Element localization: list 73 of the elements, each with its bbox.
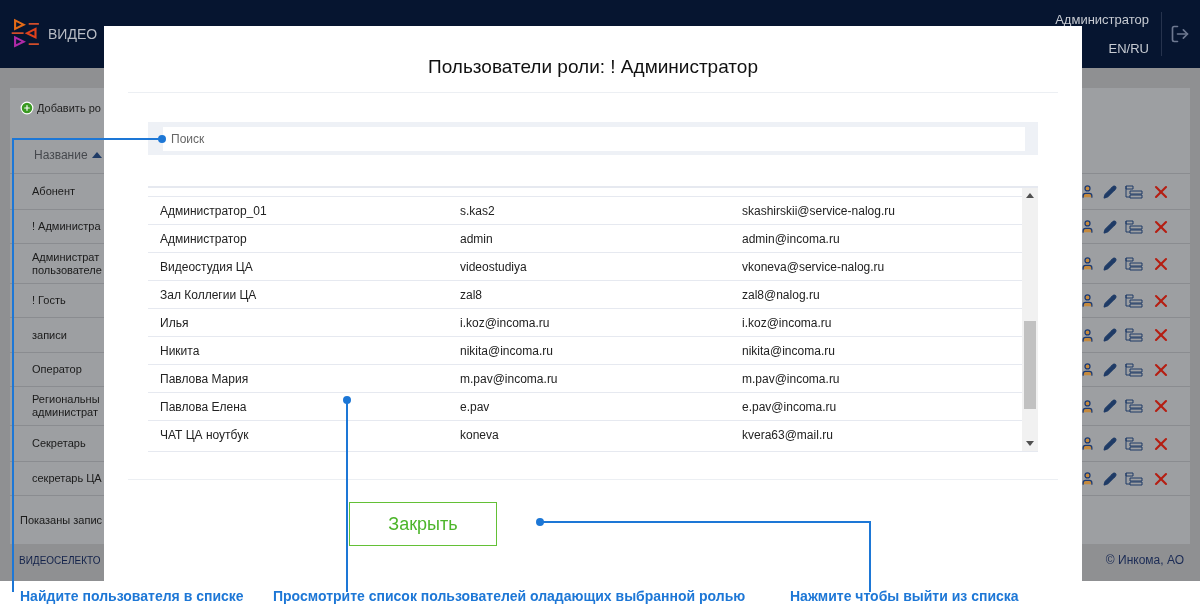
tree-structure-icon	[1125, 471, 1143, 486]
structure-button[interactable]	[1125, 436, 1143, 451]
user-row[interactable]: Никита nikita@incoma.ru nikita@incoma.ru	[148, 336, 1022, 364]
edit-button[interactable]	[1103, 399, 1117, 413]
tree-structure-icon	[1125, 328, 1143, 342]
user-row[interactable]: Видеостудия ЦА videostudiya vkoneva@service-nalog.ru	[148, 252, 1022, 280]
annotation-text: Найдите пользователя в списке	[20, 588, 244, 604]
role-name: ! Гость	[31, 294, 67, 307]
annotation-text: Нажмите чтобы выйти из списка	[790, 588, 1019, 604]
tree-structure-icon	[1125, 293, 1143, 308]
users-button[interactable]	[1080, 398, 1095, 414]
logout-icon[interactable]	[1170, 24, 1190, 44]
role-name: секретарь ЦА	[31, 472, 103, 485]
structure-button[interactable]	[1125, 256, 1143, 271]
search-field[interactable]: Поиск	[163, 126, 1025, 151]
structure-button[interactable]	[1125, 362, 1143, 377]
edit-button[interactable]	[1103, 471, 1117, 486]
column-header[interactable]: Название	[34, 148, 88, 162]
sort-caret-icon	[91, 152, 102, 158]
edit-button[interactable]	[1103, 362, 1117, 377]
dialog-title: Пользователи роли: ! Администратор	[128, 56, 1058, 93]
users-button[interactable]	[1080, 436, 1095, 451]
users-button[interactable]	[1080, 471, 1095, 486]
tree-structure-icon	[1125, 362, 1143, 377]
tree-structure-icon	[1125, 219, 1143, 234]
edit-button[interactable]	[1103, 256, 1117, 271]
plus-icon	[20, 101, 34, 115]
users-button[interactable]	[1080, 327, 1095, 343]
scroll-down-icon[interactable]	[1026, 441, 1034, 446]
structure-button[interactable]	[1125, 184, 1143, 199]
scroll-up-icon[interactable]	[1026, 193, 1034, 198]
annotation-text: Просмотрите список пользователей оладающих выбранной ролью	[273, 588, 746, 604]
role-name: Оператор	[31, 363, 83, 376]
language-link[interactable]: EN/RU	[1108, 41, 1149, 56]
users-button[interactable]	[1080, 256, 1095, 271]
users-button[interactable]	[1080, 362, 1095, 377]
role-name: Региональны администрат	[31, 393, 101, 419]
user-row[interactable]: Павлова Мария m.pav@incoma.ru m.pav@incoma.ru	[148, 364, 1022, 392]
tree-structure-icon	[1125, 436, 1143, 451]
user-row[interactable]: Зал Коллегии ЦА zal8 zal8@nalog.ru	[148, 280, 1022, 308]
users-button[interactable]	[1080, 184, 1095, 199]
user-row[interactable]: Администратор admin admin@incoma.ru	[148, 224, 1022, 252]
user-row[interactable]: Павлова Елена e.pav e.pav@incoma.ru	[148, 392, 1022, 420]
tree-structure-icon	[1125, 399, 1143, 413]
edit-button[interactable]	[1103, 293, 1117, 308]
scrollbar[interactable]	[1022, 188, 1038, 451]
tree-structure-icon	[1125, 184, 1143, 199]
role-name: Абонент	[31, 185, 77, 198]
logo-text: ВИДЕО	[48, 26, 98, 42]
footer-brand: ВИДЕОСЕЛЕКТО	[19, 554, 101, 566]
edit-button[interactable]	[1103, 184, 1117, 199]
role-name: ! Администра	[31, 220, 102, 233]
structure-button[interactable]	[1125, 219, 1143, 234]
structure-button[interactable]	[1125, 399, 1143, 413]
users-button[interactable]	[1080, 219, 1095, 234]
structure-button[interactable]	[1125, 471, 1143, 486]
users-button[interactable]	[1080, 293, 1095, 308]
edit-button[interactable]	[1103, 219, 1117, 234]
role-name: записи	[31, 328, 68, 342]
user-name[interactable]: Администратор	[1055, 12, 1149, 27]
copyright: © Инкома, АО	[1105, 553, 1184, 567]
records-info: Показаны запис	[20, 514, 103, 526]
user-row[interactable]: Администратор_01 s.kas2 skashirskii@service-nalog.ru	[148, 196, 1022, 224]
role-name: Администрат пользователе	[31, 250, 103, 277]
tree-structure-icon	[1125, 256, 1143, 271]
edit-button[interactable]	[1103, 328, 1117, 342]
edit-button[interactable]	[1103, 436, 1117, 451]
structure-button[interactable]	[1125, 328, 1143, 342]
user-row[interactable]: ЧАТ ЦА ноутбук koneva kvera63@mail.ru	[148, 420, 1022, 448]
structure-button[interactable]	[1125, 293, 1143, 308]
user-row[interactable]: Илья i.koz@incoma.ru i.koz@incoma.ru	[148, 308, 1022, 336]
role-name: Секретарь	[31, 437, 87, 450]
add-role-button[interactable]: Добавить ро	[20, 98, 1190, 118]
